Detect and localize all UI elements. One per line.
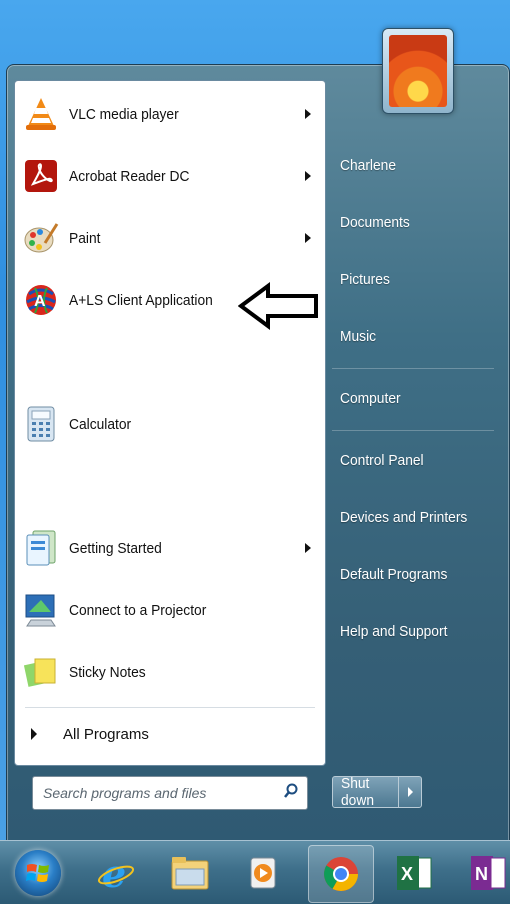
paint-icon [21,218,61,258]
shutdown-button[interactable]: Shut down [332,775,422,809]
svg-text:N: N [475,864,488,884]
divider [332,368,494,369]
search-area: Search programs and files [14,765,324,829]
shutdown-options-button[interactable] [398,777,421,807]
internet-explorer-icon[interactable]: e [84,845,148,901]
program-getting-started[interactable]: Getting Started [15,519,323,577]
start-button[interactable] [6,845,70,901]
acrobat-icon [21,156,61,196]
chrome-icon[interactable] [308,845,374,903]
program-label: Getting Started [69,539,162,557]
projector-icon [21,590,61,630]
right-item-help-support[interactable]: Help and Support [340,623,447,640]
program-label: Connect to a Projector [69,601,207,619]
svg-text:X: X [401,864,413,884]
program-label: Paint [69,229,101,247]
onenote-icon[interactable]: N [456,845,510,901]
program-acrobat[interactable]: Acrobat Reader DC [15,147,323,205]
right-item-documents[interactable]: Documents [340,214,410,231]
user-picture[interactable] [382,28,454,114]
vlc-icon [21,94,61,134]
search-icon[interactable] [283,783,299,804]
program-paint[interactable]: Paint [15,209,323,267]
program-connect-projector[interactable]: Connect to a Projector [15,581,323,639]
right-item-control-panel[interactable]: Control Panel [340,452,424,469]
right-item-devices-printers[interactable]: Devices and Printers [340,509,467,526]
divider [25,707,315,708]
program-vlc[interactable]: VLC media player [15,85,323,143]
programs-pane: VLC media player Acrobat Reader DC Paint [14,80,326,766]
media-player-icon[interactable] [232,845,296,901]
program-calculator[interactable]: Calculator [15,395,323,453]
program-label: Sticky Notes [69,663,146,681]
chevron-right-icon [407,787,413,797]
right-item-user[interactable]: Charlene [340,157,396,174]
user-picture-image [389,35,447,107]
right-item-pictures[interactable]: Pictures [340,271,390,288]
right-item-computer[interactable]: Computer [340,390,401,407]
all-programs[interactable]: All Programs [15,719,323,749]
submenu-arrow-icon[interactable] [305,233,311,243]
program-label: Calculator [69,415,132,433]
program-label: Acrobat Reader DC [69,167,190,185]
right-item-music[interactable]: Music [340,328,376,345]
search-input[interactable]: Search programs and files [32,776,308,810]
file-explorer-icon[interactable] [158,845,222,901]
sticky-notes-icon [21,652,61,692]
submenu-arrow-icon[interactable] [305,543,311,553]
search-placeholder: Search programs and files [43,785,207,801]
excel-icon[interactable]: X [382,845,446,901]
calculator-icon [21,404,61,444]
expand-arrow-icon [31,728,37,740]
submenu-arrow-icon[interactable] [305,171,311,181]
program-label: VLC media player [69,105,179,123]
svg-text:A: A [34,293,46,310]
divider [332,430,494,431]
als-client-icon: A [21,280,61,320]
shutdown-label: Shut down [341,775,374,809]
annotation-arrow-icon [238,282,318,330]
getting-started-icon [21,528,61,568]
submenu-arrow-icon[interactable] [305,109,311,119]
program-sticky-notes[interactable]: Sticky Notes [15,643,323,701]
taskbar: e X N [0,840,510,904]
right-item-default-programs[interactable]: Default Programs [340,566,447,583]
windows-logo-icon [15,850,61,896]
all-programs-label: All Programs [63,725,149,743]
